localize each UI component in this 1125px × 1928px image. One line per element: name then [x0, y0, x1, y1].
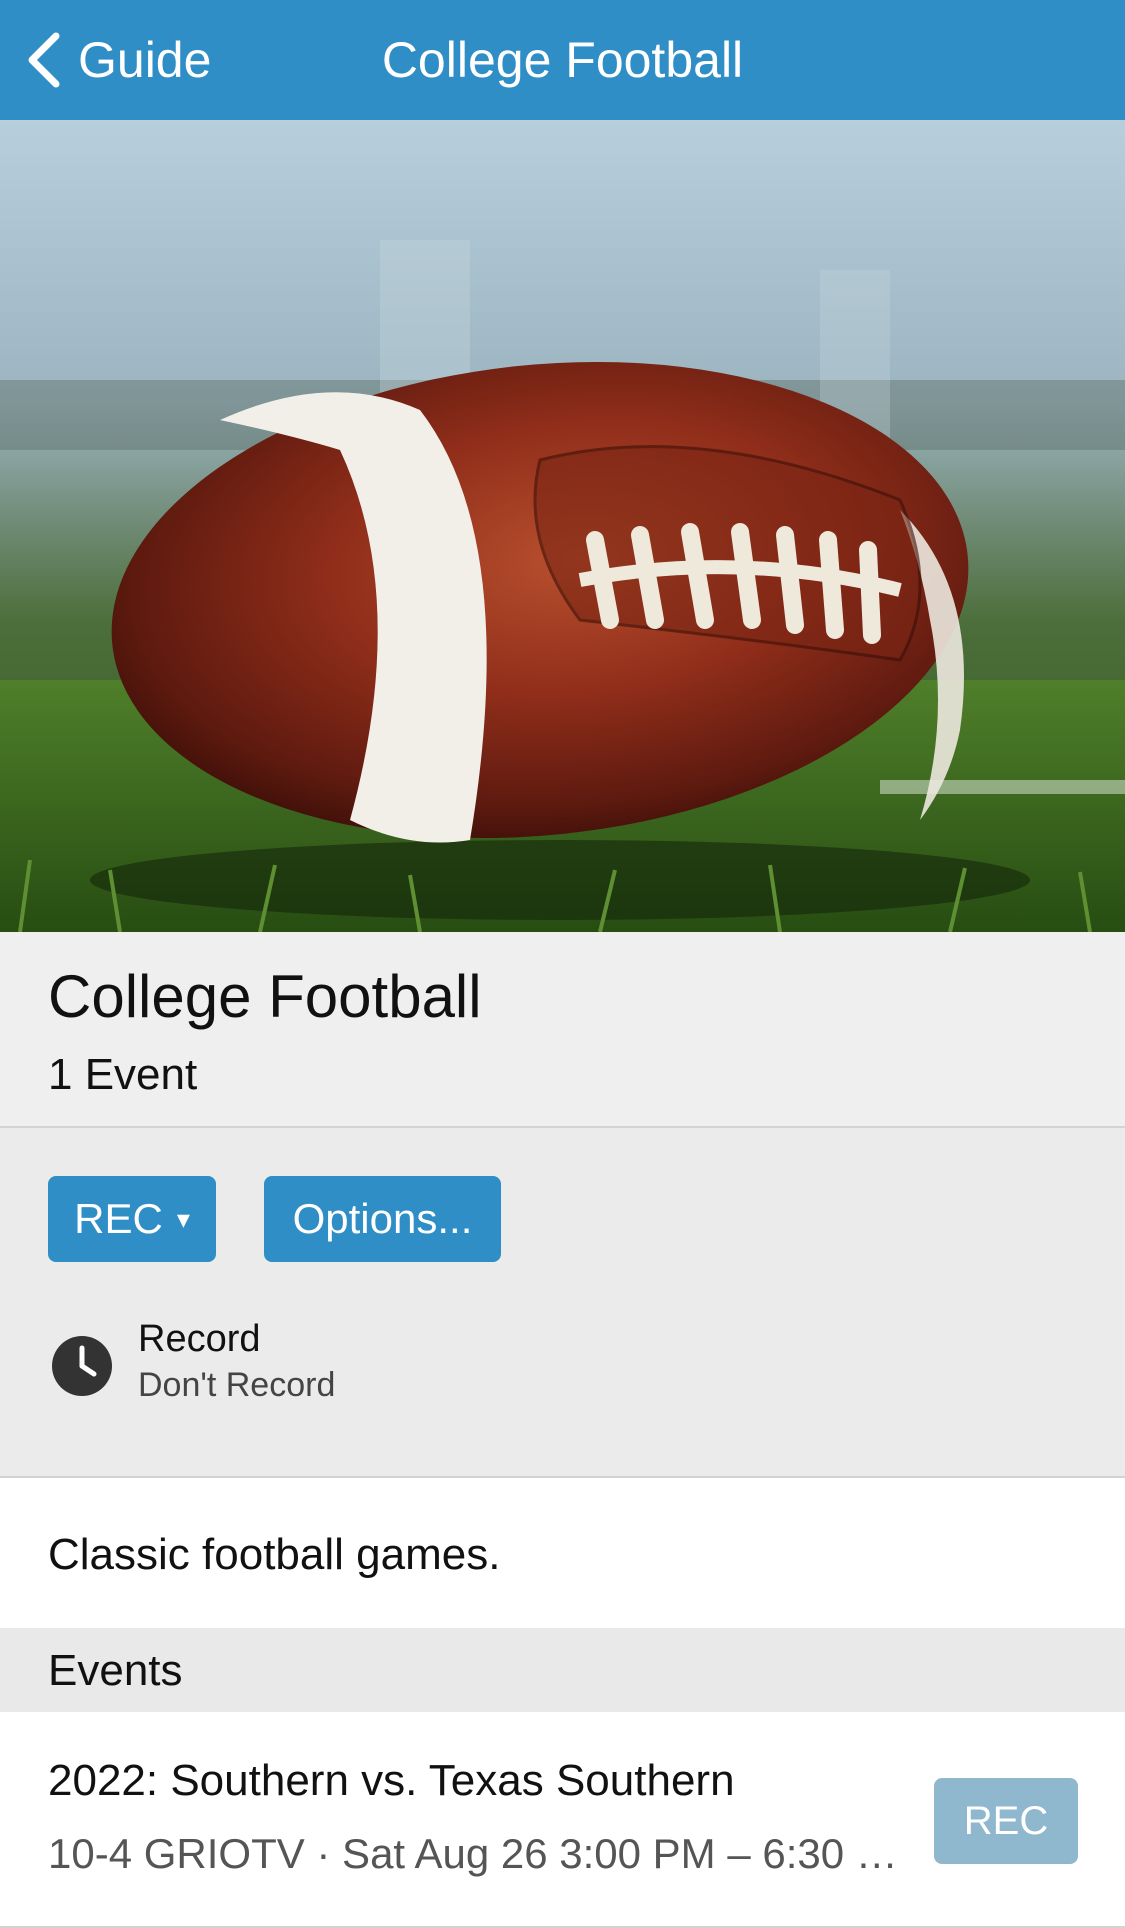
- rec-label: REC: [74, 1195, 163, 1242]
- app-screen: College Football Guide College Football …: [0, 0, 1125, 1928]
- back-button[interactable]: Guide: [24, 0, 211, 120]
- event-count: 1 Event: [48, 1050, 198, 1099]
- options-button[interactable]: Options...: [264, 1176, 501, 1262]
- record-label: Record: [138, 1318, 261, 1360]
- actions-section: REC ▾ Options... Record Don't Record: [0, 1128, 1125, 1478]
- page-title: College Football: [48, 963, 482, 1030]
- record-setting: Record Don't Record: [50, 1318, 650, 1418]
- description-text: Classic football games.: [48, 1530, 501, 1579]
- chevron-left-icon: [24, 32, 64, 88]
- event-title: 2022: Southern vs. Texas Southern: [48, 1756, 735, 1805]
- hero-image: [0, 120, 1125, 932]
- events-section-header: Events: [0, 1628, 1125, 1712]
- back-label: Guide: [78, 32, 212, 88]
- events-header-label: Events: [48, 1646, 183, 1695]
- event-list-item[interactable]: 2022: Southern vs. Texas Southern 10-4 G…: [0, 1712, 1125, 1928]
- description-section: Classic football games.: [0, 1478, 1125, 1628]
- nav-header: College Football Guide: [0, 0, 1125, 120]
- rec-dropdown-button[interactable]: REC ▾: [48, 1176, 216, 1262]
- football-photo: [0, 120, 1125, 932]
- event-meta: 10-4 GRIOTV · Sat Aug 26 3:00 PM – 6:30 …: [48, 1830, 898, 1877]
- event-rec-button[interactable]: REC: [934, 1778, 1078, 1864]
- clock-icon: [50, 1334, 114, 1398]
- show-info-section: College Football 1 Event: [0, 932, 1125, 1128]
- record-value: Don't Record: [138, 1366, 336, 1404]
- caret-down-icon: ▾: [176, 1203, 190, 1234]
